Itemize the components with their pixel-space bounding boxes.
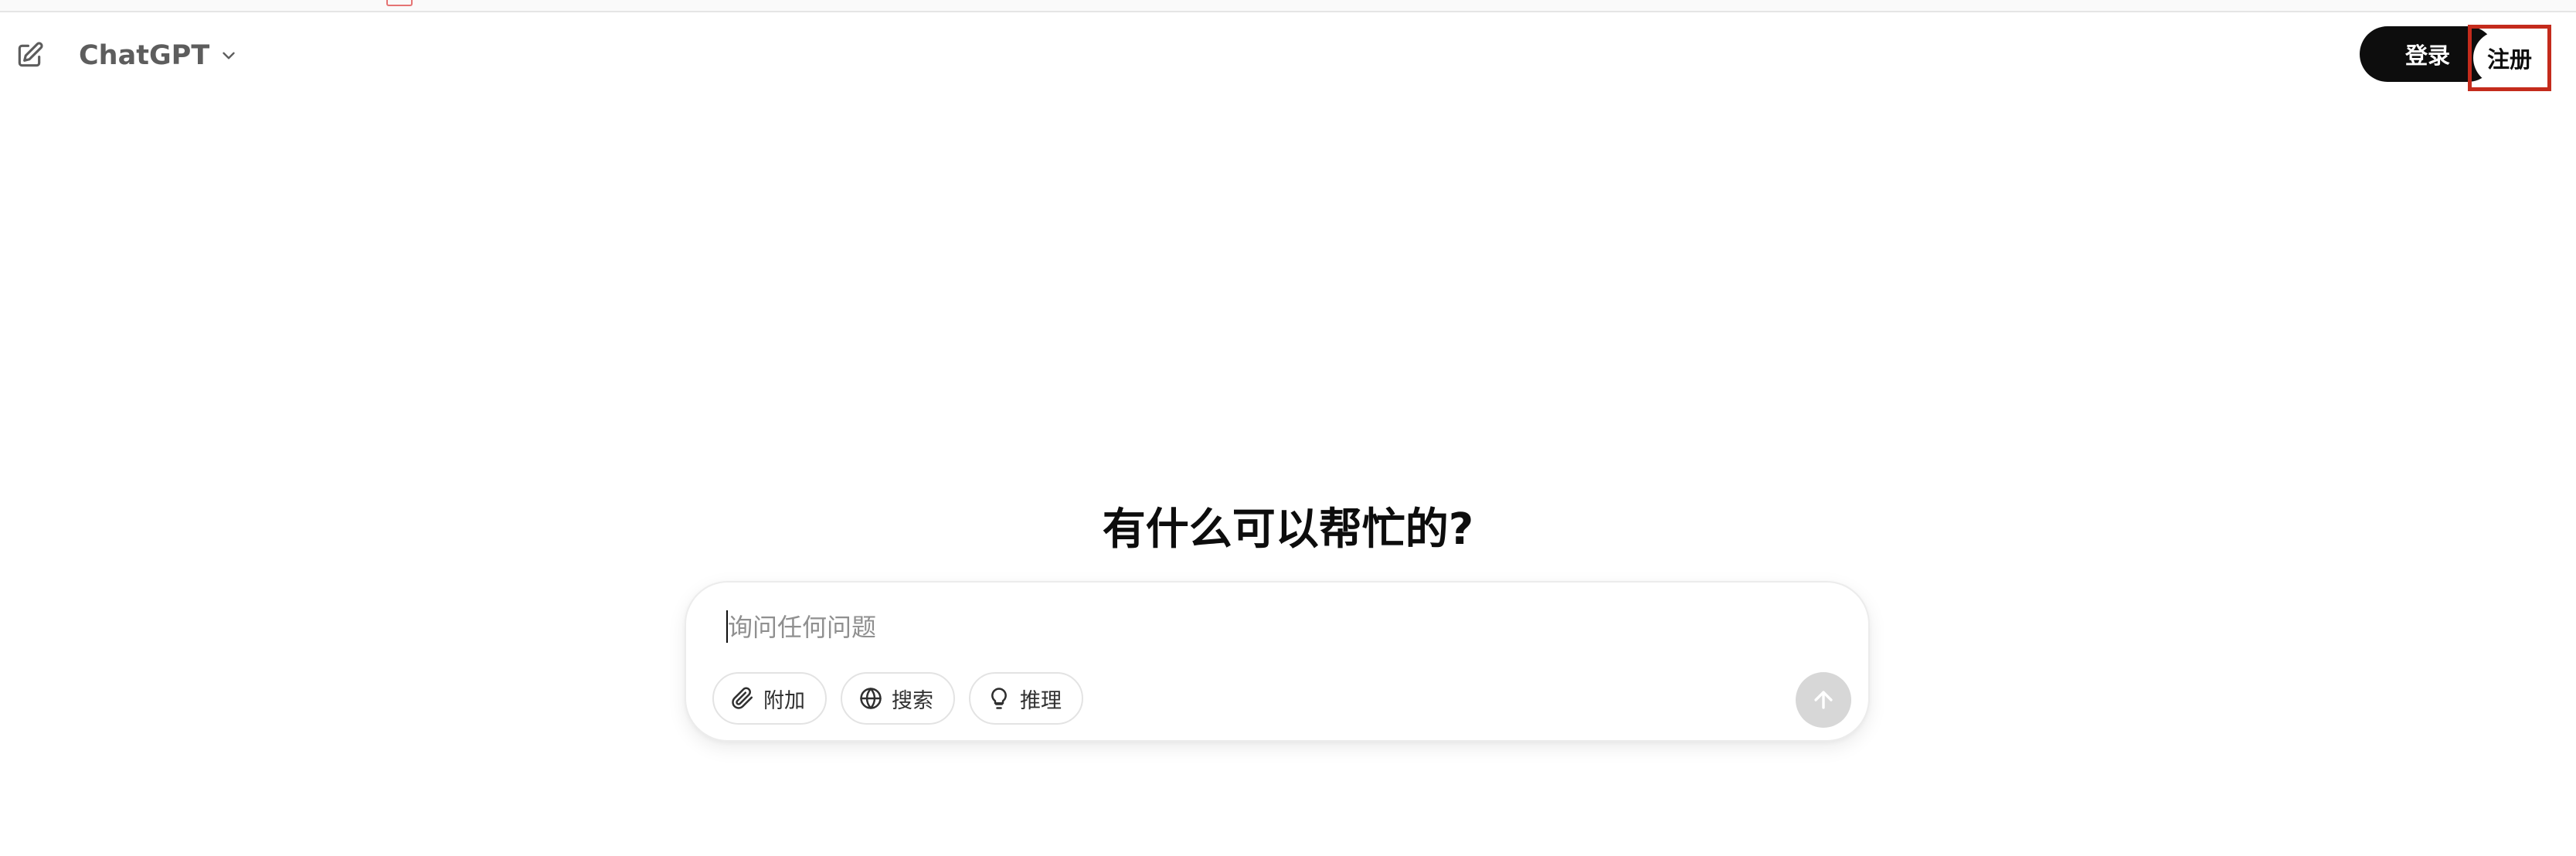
tab-marker — [386, 0, 413, 6]
attach-button[interactable]: 附加 — [712, 672, 827, 725]
signup-highlight-box: 注册 — [2468, 25, 2551, 91]
page-title: 有什么可以帮忙的? — [1102, 504, 1474, 555]
chevron-down-icon — [223, 52, 235, 59]
search-label: 搜索 — [892, 688, 933, 713]
composer-tools: 附加 搜索 推理 — [712, 672, 1083, 725]
signup-button[interactable]: 注册 — [2473, 31, 2546, 85]
top-header: ChatGPT 登录 注册 — [0, 12, 2576, 99]
composer: 附加 搜索 推理 — [685, 581, 1870, 742]
reason-button[interactable]: 推理 — [969, 672, 1083, 725]
edit-icon — [18, 42, 43, 67]
globe-icon — [860, 688, 882, 709]
send-button[interactable] — [1796, 672, 1851, 728]
arrow-up-icon — [1814, 691, 1833, 709]
model-switcher[interactable]: ChatGPT — [74, 32, 243, 79]
attach-label: 附加 — [763, 688, 805, 713]
new-chat-button[interactable] — [9, 36, 49, 76]
model-name: ChatGPT — [79, 40, 210, 71]
prompt-input[interactable] — [728, 606, 1810, 649]
paperclip-icon — [732, 687, 753, 709]
reason-label: 推理 — [1020, 688, 1062, 713]
search-button[interactable]: 搜索 — [841, 672, 955, 725]
lightbulb-icon — [991, 688, 1007, 709]
browser-top-strip — [0, 0, 2576, 12]
